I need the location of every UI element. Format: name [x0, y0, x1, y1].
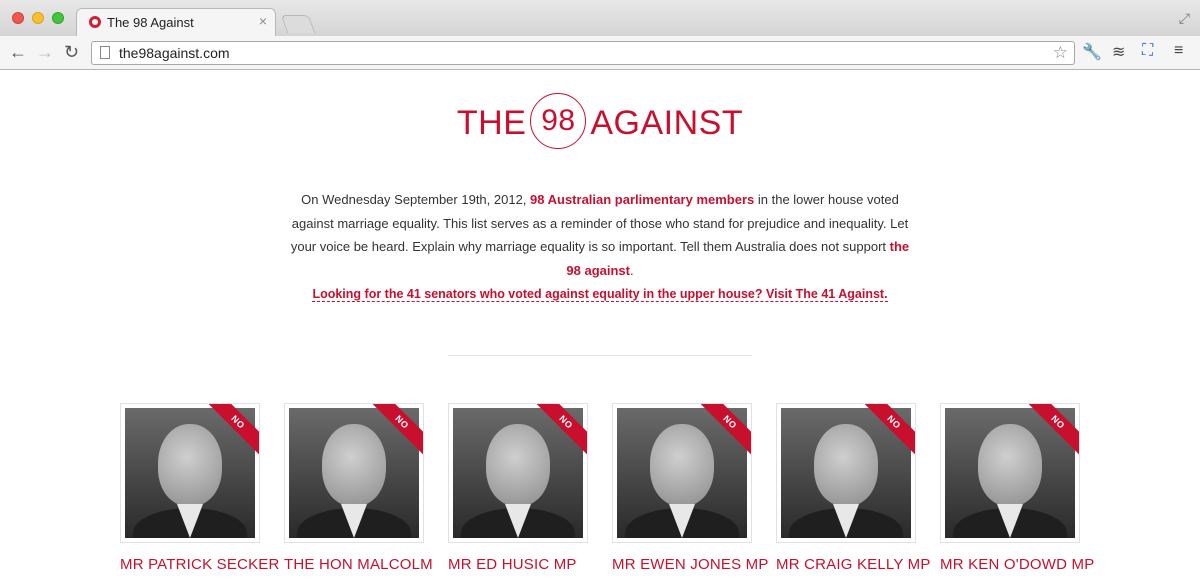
- site-logo[interactable]: THE 98 AGAINST: [0, 93, 1200, 153]
- portrait-head: [650, 424, 714, 506]
- browser-tab[interactable]: The 98 Against ×: [76, 8, 276, 36]
- logo-text-left: THE: [456, 103, 527, 142]
- member-name-link[interactable]: MR EWEN JONES MP: [612, 556, 769, 573]
- fullscreen-icon[interactable]: ⤢: [1179, 10, 1190, 27]
- member-name-link[interactable]: THE HON MALCOLM: [284, 556, 433, 573]
- site-favicon-icon: [89, 16, 101, 28]
- member-name-link[interactable]: MR KEN O'DOWD MP: [940, 556, 1094, 573]
- portrait-head: [322, 424, 386, 506]
- senators-link-container: Looking for the 41 senators who voted ag…: [0, 287, 1200, 302]
- member-photo-card[interactable]: NO: [284, 403, 424, 543]
- browser-toolbar: ← → ↻ the98against.com ☆ 🔧 ≋ ⛶ ≡: [0, 36, 1200, 70]
- divider: [448, 355, 752, 356]
- member-photo-card[interactable]: NO: [940, 403, 1080, 543]
- member-name-link[interactable]: MR PATRICK SECKER: [120, 556, 280, 573]
- back-arrow-icon[interactable]: ←: [9, 41, 27, 63]
- bookmark-star-icon[interactable]: ☆: [1053, 43, 1068, 63]
- close-window-button[interactable]: [12, 12, 24, 24]
- member-name-link[interactable]: MR ED HUSIC MP: [448, 556, 577, 573]
- member-name-link[interactable]: MR CRAIG KELLY MP: [776, 556, 931, 573]
- reload-icon[interactable]: ↻: [64, 41, 79, 63]
- layers-icon[interactable]: ≋: [1112, 42, 1125, 62]
- wrench-icon[interactable]: 🔧: [1082, 42, 1102, 62]
- zoom-window-button[interactable]: [52, 12, 64, 24]
- portrait-head: [814, 424, 878, 506]
- url-text[interactable]: the98against.com: [119, 45, 230, 61]
- menu-icon[interactable]: ≡: [1174, 42, 1183, 60]
- intro-paragraph: On Wednesday September 19th, 2012, 98 Au…: [285, 188, 915, 282]
- minimize-window-button[interactable]: [32, 12, 44, 24]
- screen-capture-icon[interactable]: ⛶: [1142, 42, 1153, 60]
- page-icon: [100, 46, 110, 59]
- member-photo-card[interactable]: NO: [776, 403, 916, 543]
- member-photo-card[interactable]: NO: [612, 403, 752, 543]
- intro-text: .: [629, 262, 634, 278]
- portrait-head: [978, 424, 1042, 506]
- portrait-head: [158, 424, 222, 506]
- senators-link[interactable]: Looking for the 41 senators who voted ag…: [312, 287, 888, 302]
- logo-text-right: AGAINST: [590, 103, 744, 142]
- portrait-head: [486, 424, 550, 506]
- tab-title: The 98 Against: [107, 15, 194, 30]
- address-bar[interactable]: the98against.com ☆: [91, 41, 1075, 65]
- member-photo-card[interactable]: NO: [120, 403, 260, 543]
- tab-close-icon[interactable]: ×: [259, 13, 267, 29]
- members-link[interactable]: 98 Australian parlimentary members: [530, 192, 754, 207]
- new-tab-button[interactable]: [280, 15, 316, 33]
- member-photo-card[interactable]: NO: [448, 403, 588, 543]
- forward-arrow-icon[interactable]: →: [36, 41, 54, 63]
- intro-text: On Wednesday September 19th, 2012,: [301, 192, 531, 207]
- tab-bar: The 98 Against × ⤢: [0, 0, 1200, 36]
- logo-number-circle: 98: [530, 93, 587, 149]
